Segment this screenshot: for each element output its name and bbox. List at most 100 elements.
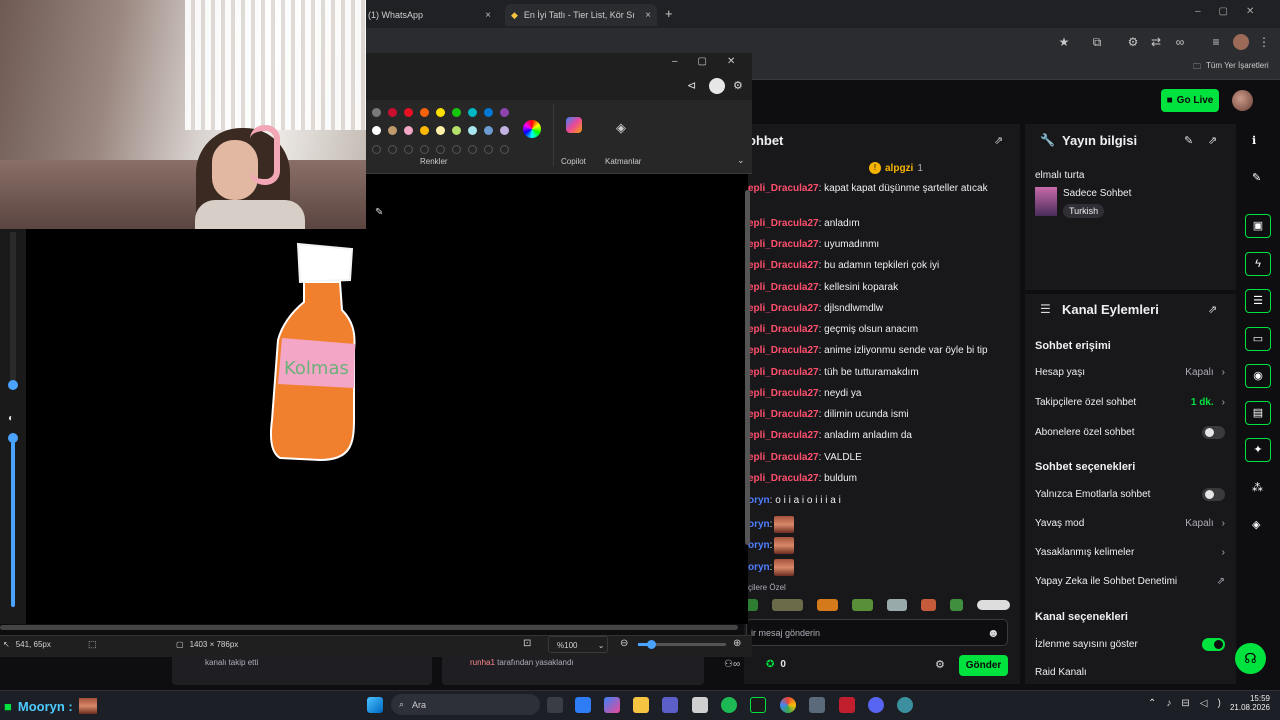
color-swatch[interactable] (372, 108, 381, 117)
send-button[interactable]: Gönder (959, 655, 1008, 676)
diamond-icon[interactable]: ◈ (1252, 518, 1260, 531)
chat-username[interactable]: epli_Dracula27 (748, 409, 819, 420)
help-bubble-icon[interactable]: ☊ (1235, 643, 1266, 674)
user-avatar[interactable] (1232, 90, 1253, 111)
chat-settings-icon[interactable]: ⚇∞ (724, 659, 740, 670)
nodes-icon[interactable]: ⁂ (1252, 481, 1263, 494)
color-swatch[interactable] (484, 144, 493, 154)
subscribers-only-toggle[interactable] (1202, 426, 1225, 439)
menu-icon[interactable]: ⋮ (1256, 34, 1272, 50)
color-swatch[interactable] (372, 126, 381, 136)
chat-username[interactable]: oryn (748, 562, 770, 573)
spotify-icon[interactable] (721, 697, 737, 713)
rail-button-list[interactable]: ☰ (1245, 289, 1271, 313)
chat-username[interactable]: epli_Dracula27 (748, 473, 819, 484)
close-icon[interactable]: × (645, 10, 651, 21)
info-icon[interactable]: ℹ (1252, 134, 1256, 147)
color-swatch[interactable] (468, 108, 477, 117)
chat-username[interactable]: epli_Dracula27 (748, 282, 819, 293)
slow-mode-row[interactable]: Yavaş mod Kapalı › (1035, 518, 1225, 529)
gear-icon[interactable]: ⚙ (935, 658, 945, 671)
color-swatch[interactable] (420, 126, 429, 136)
color-swatch[interactable] (452, 108, 461, 117)
color-swatch[interactable] (452, 144, 461, 154)
app-icon[interactable] (750, 697, 766, 713)
size-slider-track[interactable] (10, 232, 16, 382)
chat-username[interactable]: epli_Dracula27 (748, 239, 819, 250)
rail-button-bolt[interactable]: ϟ (1245, 252, 1271, 276)
color-swatch[interactable] (500, 108, 509, 117)
app-icon[interactable] (809, 697, 825, 713)
chrome-icon[interactable] (780, 697, 796, 713)
account-age-row[interactable]: Hesap yaşı Kapalı › (1035, 367, 1225, 378)
chat-input[interactable]: ir mesaj gönderin ☻ (746, 619, 1008, 646)
vertical-scrollbar[interactable] (745, 190, 750, 545)
layers-icon[interactable]: ◈ (616, 120, 626, 136)
chat-username[interactable]: epli_Dracula27 (748, 367, 819, 378)
chat-username[interactable]: oryn (748, 519, 770, 530)
horizontal-scrollbar[interactable] (0, 625, 738, 630)
chat-username[interactable]: oryn (748, 540, 770, 551)
chevron-down-icon[interactable]: ⌄ (737, 155, 745, 166)
go-live-button[interactable]: ■ Go Live (1161, 89, 1219, 112)
followers-only-row[interactable]: Takipçilere özel sohbet 1 dk. › (1035, 397, 1225, 408)
raid-row[interactable]: Raid Kanalı (1035, 667, 1225, 678)
popout-icon[interactable]: ⇗ (1208, 134, 1217, 147)
profile-avatar[interactable] (1233, 34, 1249, 50)
color-swatch[interactable] (372, 144, 381, 154)
color-swatch[interactable] (500, 126, 509, 136)
popout-icon[interactable]: ⇗ (1208, 303, 1217, 316)
color-swatch[interactable] (436, 126, 445, 136)
megaphone-icon[interactable]: ⊲ (687, 79, 696, 92)
system-tray[interactable]: ⌃♪⊟◁) (1148, 698, 1231, 709)
emote-icon[interactable] (852, 599, 874, 611)
emote-only-toggle[interactable] (1202, 488, 1225, 501)
chat-username[interactable]: oryn (748, 495, 770, 506)
extension-icon[interactable]: ⚙ (1125, 34, 1141, 50)
playlist-icon[interactable]: ≡ (1208, 34, 1224, 50)
tag-badge[interactable]: Turkish (1063, 204, 1105, 218)
chat-username[interactable]: epli_Dracula27 (748, 452, 819, 463)
paint-window-controls[interactable]: –▢✕ (672, 56, 755, 67)
rail-button-video[interactable]: ▣ (1245, 214, 1271, 238)
tab-whatsapp[interactable]: (1) WhatsApp × (362, 4, 497, 26)
emoji-icon[interactable]: ☻ (987, 626, 1000, 640)
chat-username[interactable]: epli_Dracula27 (748, 324, 819, 335)
account-icon[interactable] (709, 78, 725, 94)
color-swatch[interactable] (452, 126, 461, 136)
taskbar-search[interactable]: ⌕ Ara (391, 694, 540, 715)
channel-points[interactable]: ✪ 0 (766, 659, 786, 670)
color-swatch[interactable] (484, 126, 493, 136)
category-name[interactable]: Sadece Sohbet (1063, 188, 1131, 199)
color-swatch[interactable] (388, 144, 397, 154)
zoom-select[interactable]: %100 ⌄ (548, 636, 608, 653)
emote-icon[interactable] (949, 599, 964, 611)
star-icon[interactable]: ★ (1056, 34, 1072, 50)
teams-icon[interactable] (662, 697, 678, 713)
clock[interactable]: 15:59 21.08.2026 (1228, 694, 1270, 712)
emote-icon[interactable] (977, 600, 1010, 610)
opacity-slider-thumb[interactable] (8, 433, 18, 443)
pencil-icon[interactable]: ✎ (1184, 134, 1193, 147)
color-swatch[interactable] (436, 108, 445, 117)
popout-icon[interactable]: ⇗ (994, 134, 1003, 147)
new-tab-button[interactable]: + (665, 6, 673, 21)
color-swatch[interactable] (388, 126, 397, 136)
extensions-icon[interactable]: ⧉ (1089, 34, 1105, 50)
translate-icon[interactable]: ⇄ (1148, 34, 1164, 50)
chat-username[interactable]: epli_Dracula27 (748, 388, 819, 399)
discord-icon[interactable] (868, 697, 884, 713)
color-swatch[interactable] (404, 108, 413, 117)
copilot-icon[interactable] (566, 117, 582, 133)
emote-icon[interactable] (817, 599, 839, 611)
fit-screen-icon[interactable]: ⊡ (523, 638, 531, 649)
color-picker-icon[interactable] (523, 120, 541, 138)
chat-username[interactable]: epli_Dracula27 (748, 430, 819, 441)
color-swatch[interactable] (420, 108, 429, 117)
color-swatch[interactable] (404, 126, 413, 136)
chat-username[interactable]: epli_Dracula27 (748, 183, 819, 194)
rail-button-broadcast[interactable]: ◉ (1245, 364, 1271, 388)
app-icon[interactable] (839, 697, 855, 713)
rail-button-chat[interactable]: ▭ (1245, 327, 1271, 351)
task-view-icon[interactable] (547, 697, 563, 713)
